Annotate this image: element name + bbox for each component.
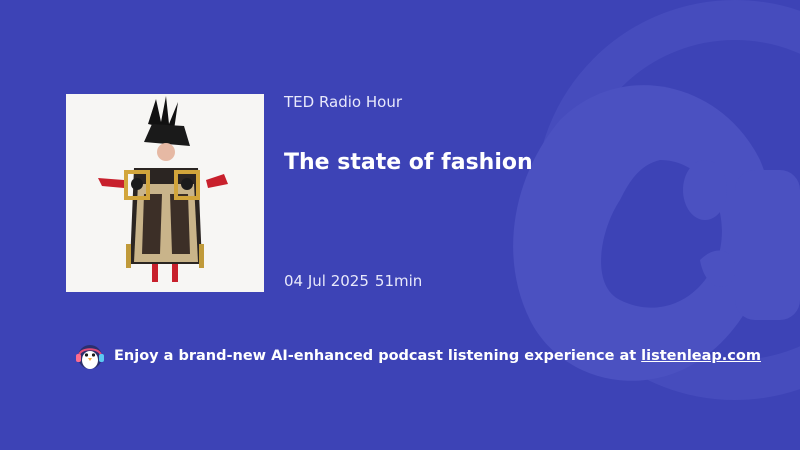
promo-message: Enjoy a brand-new AI-enhanced podcast li… xyxy=(114,348,637,364)
episode-title[interactable]: The state of fashion xyxy=(284,150,533,175)
promo-text: Enjoy a brand-new AI-enhanced podcast li… xyxy=(114,348,761,364)
penguin-headphones-icon xyxy=(74,340,106,372)
listenleap-link[interactable]: listenleap.com xyxy=(641,348,761,364)
podcast-cover-art[interactable] xyxy=(66,94,264,292)
show-name[interactable]: TED Radio Hour xyxy=(284,93,402,111)
episode-meta: 04 Jul 2025 51min xyxy=(284,272,422,290)
episode-date: 04 Jul 2025 xyxy=(284,272,369,290)
promo-banner: Enjoy a brand-new AI-enhanced podcast li… xyxy=(74,340,761,372)
episode-duration: 51min xyxy=(374,272,423,290)
